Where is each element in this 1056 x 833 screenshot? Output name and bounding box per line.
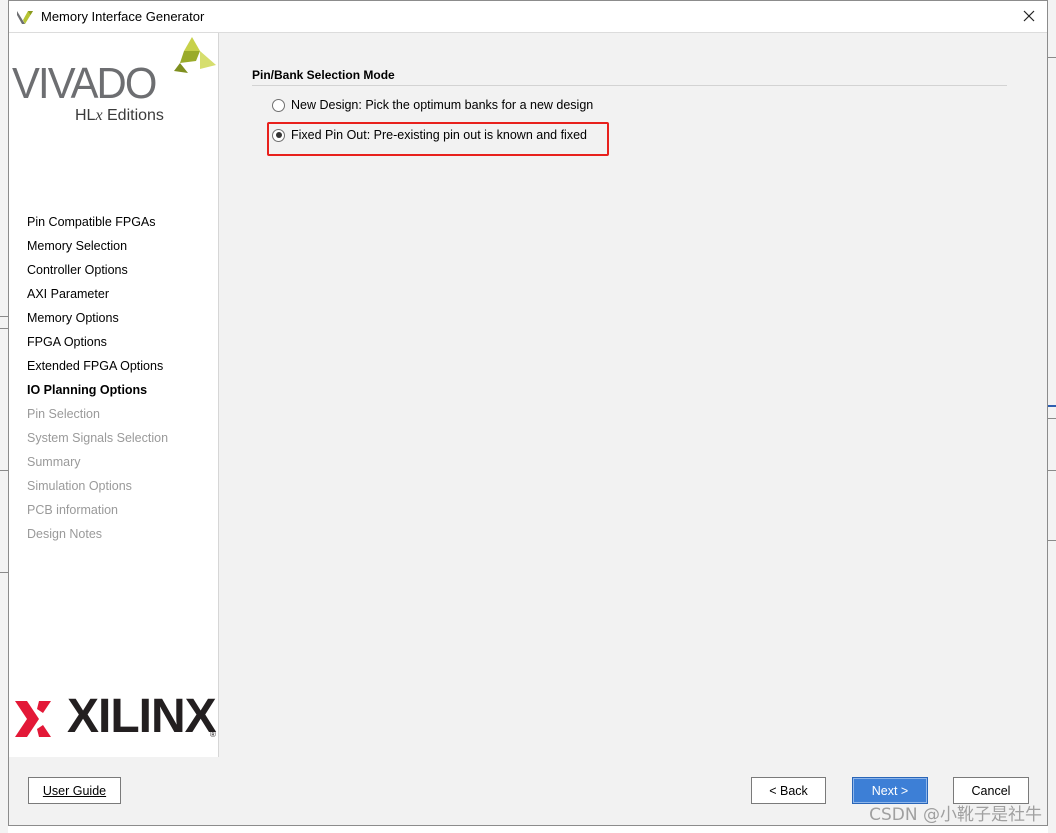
sidebar-step[interactable]: Pin Selection (27, 406, 168, 430)
sidebar-step[interactable]: PCB information (27, 502, 168, 526)
sidebar-step[interactable]: Design Notes (27, 526, 168, 550)
sidebar-step[interactable]: Extended FPGA Options (27, 358, 168, 382)
back-label: < Back (769, 783, 808, 798)
close-button[interactable] (1017, 5, 1041, 27)
section-divider (252, 85, 1007, 86)
sidebar-step[interactable]: Pin Compatible FPGAs (27, 214, 168, 238)
user-guide-button[interactable]: User Guide (28, 777, 121, 804)
xilinx-logo: XILINX ® (13, 690, 218, 743)
window-title: Memory Interface Generator (41, 9, 205, 24)
fixed-pin-out-option[interactable]: Fixed Pin Out: Pre-existing pin out is k… (272, 128, 587, 142)
new-design-option[interactable]: New Design: Pick the optimum banks for a… (272, 98, 593, 112)
vivado-logo-text: VIVADO (12, 59, 157, 108)
vivado-logo: VIVADO HLx Editions (12, 37, 217, 127)
xilinx-mark-icon (15, 701, 51, 737)
background-line (1048, 57, 1056, 58)
back-button[interactable]: < Back (751, 777, 826, 804)
fixed-pin-out-radio[interactable] (272, 128, 285, 142)
new-design-label: New Design: Pick the optimum banks for a… (291, 98, 594, 112)
sidebar-step[interactable]: IO Planning Options (27, 382, 168, 406)
background-left-edge (0, 0, 8, 833)
vivado-app-icon (17, 10, 33, 24)
background-line (1048, 540, 1056, 541)
sidebar-step[interactable]: Controller Options (27, 262, 168, 286)
background-line (1048, 405, 1056, 407)
sidebar-step[interactable]: FPGA Options (27, 334, 168, 358)
hlx-editions-text: HLx Editions (75, 107, 164, 124)
background-line (0, 328, 8, 329)
background-line (0, 316, 8, 317)
sidebar-step[interactable]: Memory Options (27, 310, 168, 334)
user-guide-label: User Guide (42, 783, 107, 798)
vivado-logo-mark (174, 37, 216, 73)
background-line (0, 572, 8, 573)
title-bar[interactable]: Memory Interface Generator (9, 1, 1047, 33)
close-icon (1023, 10, 1035, 22)
section-title: Pin/Bank Selection Mode (252, 68, 395, 82)
sidebar-step[interactable]: Summary (27, 454, 168, 478)
xilinx-logo-text: XILINX (67, 690, 217, 743)
registered-mark: ® (210, 730, 216, 739)
main-panel: Pin/Bank Selection Mode New Design: Pick… (219, 33, 1047, 757)
sidebar-step[interactable]: System Signals Selection (27, 430, 168, 454)
wizard-sidebar: VIVADO HLx Editions Pin Compatible FPGAs… (9, 33, 219, 757)
wizard-steps: Pin Compatible FPGAs Memory Selection Cont… (27, 214, 168, 550)
csdn-watermark: CSDN @小靴子是社牛 (869, 805, 1042, 825)
background-line (1048, 418, 1056, 419)
sidebar-step[interactable]: AXI Parameter (27, 286, 168, 310)
fixed-pin-out-label: Fixed Pin Out: Pre-existing pin out is k… (291, 128, 587, 142)
mig-dialog: Memory Interface Generator VIVADO HLx Ed… (8, 0, 1048, 826)
background-line (0, 470, 8, 471)
cancel-label: Cancel (971, 783, 1011, 798)
next-label: Next > (871, 783, 909, 798)
sidebar-step[interactable]: Memory Selection (27, 238, 168, 262)
new-design-radio[interactable] (272, 98, 285, 112)
background-right-edge (1048, 0, 1056, 833)
background-line (1048, 470, 1056, 471)
sidebar-step[interactable]: Simulation Options (27, 478, 168, 502)
